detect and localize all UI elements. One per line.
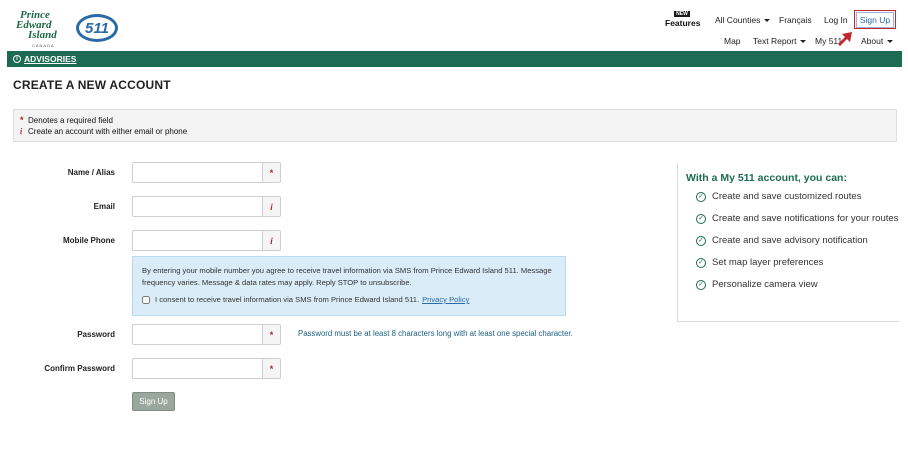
nav-features[interactable]: NEW Features xyxy=(665,7,701,28)
list-item: ✓ Create and save notifications for your … xyxy=(686,212,899,226)
nav-login[interactable]: Log In xyxy=(824,15,848,25)
page-title: CREATE A NEW ACCOUNT xyxy=(13,78,171,92)
nav-all-counties[interactable]: All Counties xyxy=(715,15,771,25)
about-label: About xyxy=(861,36,884,46)
form-notice: * Denotes a required field i Create an a… xyxy=(13,109,897,142)
logo-511-badge: 511 xyxy=(76,14,118,42)
required-notice: * Denotes a required field xyxy=(20,115,890,126)
email-field-group: i xyxy=(132,196,281,217)
red-arrow-icon xyxy=(838,32,852,46)
name-input[interactable] xyxy=(133,163,262,182)
nav-map[interactable]: Map xyxy=(724,36,741,46)
logo-line-3: Island xyxy=(28,29,57,41)
benefits-panel: With a My 511 account, you can: ✓ Create … xyxy=(677,163,899,322)
required-notice-text: Denotes a required field xyxy=(28,116,113,125)
info-icon[interactable]: i xyxy=(262,231,280,250)
email-label: Email xyxy=(93,202,115,211)
info-icon: i xyxy=(20,127,23,136)
confirm-password-field-group: * xyxy=(132,358,281,379)
name-label: Name / Alias xyxy=(67,168,115,177)
sms-consent-box: By entering your mobile number you agree… xyxy=(132,256,566,316)
info-notice: i Create an account with either email or… xyxy=(20,126,890,137)
name-field-group: * xyxy=(132,162,281,183)
email-input[interactable] xyxy=(133,197,262,216)
pei-511-logo[interactable]: Prince Edward Island CANADA 511 xyxy=(14,10,124,48)
phone-field-group: i xyxy=(132,230,281,251)
logo-wordmark: Prince Edward Island xyxy=(14,10,57,41)
logo-subtext: CANADA xyxy=(32,43,55,48)
password-label: Password xyxy=(77,330,115,339)
check-circle-icon: ✓ xyxy=(696,258,706,268)
logo-511-text: 511 xyxy=(85,19,109,37)
check-circle-icon: ✓ xyxy=(696,280,706,290)
sms-consent-checkbox[interactable] xyxy=(142,295,150,304)
check-circle-icon: ✓ xyxy=(696,236,706,246)
sign-up-button[interactable]: Sign Up xyxy=(132,392,175,411)
check-circle-icon: ✓ xyxy=(696,214,706,224)
benefit-text: Create and save notifications for your r… xyxy=(712,213,899,224)
sms-consent-text: I consent to receive travel information … xyxy=(155,295,420,304)
benefits-title: With a My 511 account, you can: xyxy=(686,172,847,184)
benefit-text: Set map layer preferences xyxy=(712,257,824,268)
benefits-list: ✓ Create and save customized routes ✓ Crea… xyxy=(686,190,899,292)
info-circle-icon: i xyxy=(13,55,21,63)
list-item: ✓ Personalize camera view xyxy=(686,278,899,292)
benefit-text: Personalize camera view xyxy=(712,279,818,290)
info-icon[interactable]: i xyxy=(262,197,280,216)
all-counties-label: All Counties xyxy=(715,15,761,25)
check-circle-icon: ✓ xyxy=(696,192,706,202)
nav-text-report[interactable]: Text Report xyxy=(753,36,807,46)
password-field-group: * xyxy=(132,324,281,345)
list-item: ✓ Create and save customized routes xyxy=(686,190,899,204)
text-report-label: Text Report xyxy=(753,36,797,46)
nav-signup-button[interactable]: Sign Up xyxy=(855,11,895,28)
sms-disclaimer: By entering your mobile number you agree… xyxy=(142,266,552,287)
confirm-password-input[interactable] xyxy=(133,359,262,378)
privacy-policy-link[interactable]: Privacy Policy xyxy=(422,295,469,304)
required-asterisk-icon: * xyxy=(262,325,280,344)
list-item: ✓ Create and save advisory notification xyxy=(686,234,899,248)
nav-francais[interactable]: Français xyxy=(779,15,812,25)
phone-input[interactable] xyxy=(133,231,262,250)
nav-signup-highlight: Sign Up xyxy=(854,10,896,29)
info-notice-text: Create an account with either email or p… xyxy=(28,127,188,136)
confirm-password-label: Confirm Password xyxy=(44,364,115,373)
chevron-down-icon xyxy=(887,40,894,44)
chevron-down-icon xyxy=(800,40,807,44)
list-item: ✓ Set map layer preferences xyxy=(686,256,899,270)
password-hint: Password must be at least 8 characters l… xyxy=(298,329,573,338)
benefit-text: Create and save customized routes xyxy=(712,191,862,202)
site-header: Prince Edward Island CANADA 511 NEW Feat… xyxy=(0,0,908,51)
new-badge: NEW xyxy=(674,11,690,17)
required-asterisk-icon: * xyxy=(262,359,280,378)
password-input[interactable] xyxy=(133,325,262,344)
phone-label: Mobile Phone xyxy=(63,236,115,245)
benefit-text: Create and save advisory notification xyxy=(712,235,868,246)
sms-consent-row[interactable]: I consent to receive travel information … xyxy=(142,295,556,304)
features-label: Features xyxy=(665,18,701,28)
advisories-link[interactable]: ADVISORIES xyxy=(24,54,76,64)
nav-about[interactable]: About xyxy=(861,36,894,46)
chevron-down-icon xyxy=(764,19,771,23)
required-asterisk-icon: * xyxy=(262,163,280,182)
asterisk-icon: * xyxy=(20,115,24,125)
advisories-bar[interactable]: i ADVISORIES xyxy=(7,51,902,67)
